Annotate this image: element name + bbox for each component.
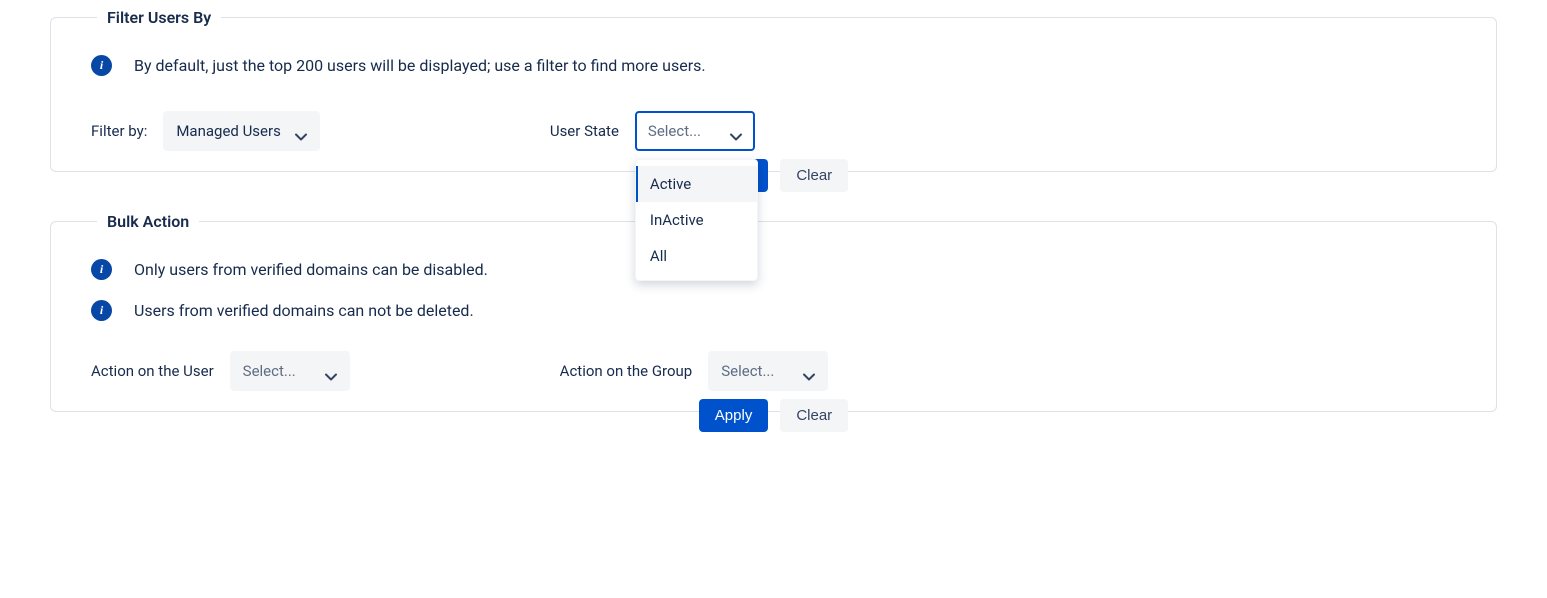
filter-clear-button[interactable]: Clear bbox=[780, 159, 848, 192]
bulk-info-row-1: i Only users from verified domains can b… bbox=[91, 259, 1456, 280]
user-state-select[interactable]: Select... bbox=[635, 111, 755, 151]
info-icon: i bbox=[91, 300, 112, 321]
user-state-label: User State bbox=[550, 122, 619, 140]
info-icon: i bbox=[91, 55, 112, 76]
info-icon: i bbox=[91, 259, 112, 280]
filter-users-fieldset: Filter Users By i By default, just the t… bbox=[50, 8, 1497, 172]
filter-controls-row: Filter by: Managed Users User State Sele… bbox=[91, 111, 1456, 151]
user-state-option-active[interactable]: Active bbox=[636, 166, 757, 202]
filter-by-label: Filter by: bbox=[91, 122, 147, 140]
action-user-select[interactable]: Select... bbox=[230, 351, 350, 391]
bulk-action-legend: Bulk Action bbox=[97, 212, 199, 231]
user-state-option-inactive[interactable]: InActive bbox=[636, 202, 757, 238]
bulk-clear-button[interactable]: Clear bbox=[780, 399, 848, 432]
bulk-info1: Only users from verified domains can be … bbox=[134, 260, 488, 279]
action-user-placeholder: Select... bbox=[243, 362, 296, 380]
filter-by-select[interactable]: Managed Users bbox=[163, 111, 320, 151]
user-state-option-all[interactable]: All bbox=[636, 238, 757, 274]
action-group-label: Action on the Group bbox=[560, 362, 693, 380]
chevron-down-icon bbox=[803, 367, 815, 375]
bulk-info2: Users from verified domains can not be d… bbox=[134, 301, 474, 320]
bulk-info-row-2: i Users from verified domains can not be… bbox=[91, 300, 1456, 321]
user-state-placeholder: Select... bbox=[648, 122, 701, 140]
bulk-apply-button[interactable]: Apply bbox=[699, 399, 769, 432]
bulk-controls-row: Action on the User Select... Action on t… bbox=[91, 351, 1456, 391]
user-state-dropdown: Active InActive All bbox=[635, 159, 758, 281]
action-user-label: Action on the User bbox=[91, 362, 214, 380]
filter-info-text: By default, just the top 200 users will … bbox=[134, 56, 706, 75]
action-group-placeholder: Select... bbox=[721, 362, 774, 380]
filter-by-value: Managed Users bbox=[176, 122, 281, 140]
chevron-down-icon bbox=[730, 127, 742, 135]
filter-info-row: i By default, just the top 200 users wil… bbox=[91, 55, 1456, 76]
chevron-down-icon bbox=[325, 367, 337, 375]
action-group-select[interactable]: Select... bbox=[708, 351, 828, 391]
filter-users-legend: Filter Users By bbox=[97, 8, 221, 27]
chevron-down-icon bbox=[295, 127, 307, 135]
bulk-action-fieldset: Bulk Action i Only users from verified d… bbox=[50, 212, 1497, 412]
